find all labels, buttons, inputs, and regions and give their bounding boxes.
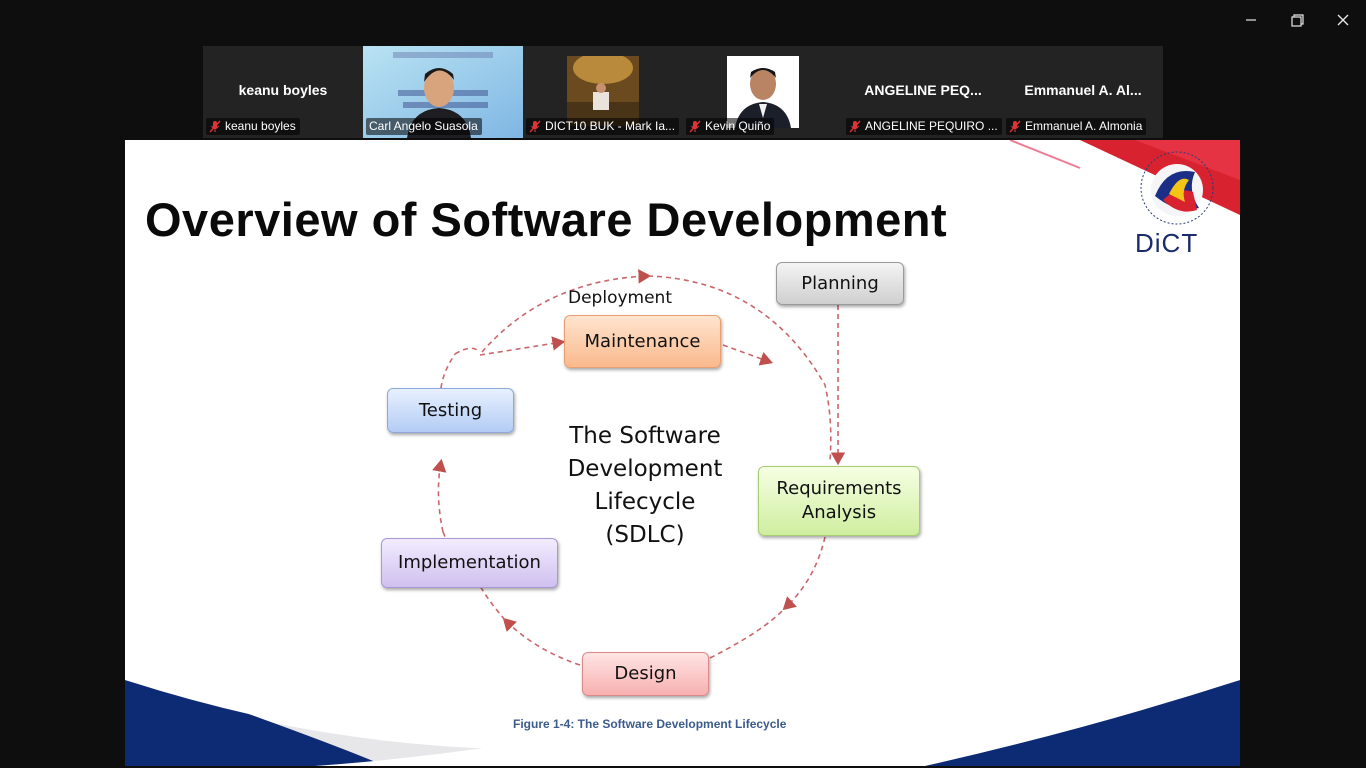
sdlc-center-line: (SDLC) bbox=[605, 522, 685, 548]
participant-label-text: Carl Angelo Suasola bbox=[369, 119, 478, 133]
stage-planning-label: Planning bbox=[801, 272, 879, 294]
minimize-button[interactable] bbox=[1228, 0, 1274, 40]
muted-mic-icon bbox=[209, 120, 221, 132]
stage-planning: Planning bbox=[776, 262, 904, 305]
restore-icon bbox=[1290, 13, 1304, 27]
stage-requirements-line1: Requirements bbox=[776, 478, 902, 499]
stage-design: Design bbox=[582, 652, 709, 696]
participant-display-name: ANGELINE PEQ... bbox=[864, 82, 982, 98]
participant-display-name: Emmanuel A. Al... bbox=[1024, 82, 1142, 98]
participant-tile[interactable]: ANGELINE PEQ... ANGELINE PEQUIRO ... bbox=[843, 46, 1003, 138]
participant-tile[interactable]: Kevin Quiño bbox=[683, 46, 843, 138]
participant-label-text: DICT10 BUK - Mark Ia... bbox=[545, 119, 676, 133]
window-controls bbox=[1228, 0, 1366, 40]
participant-label: Kevin Quiño bbox=[686, 118, 775, 135]
sdlc-center-line: The Software bbox=[569, 423, 721, 449]
stage-maintenance: Maintenance bbox=[564, 315, 721, 368]
participant-label-text: ANGELINE PEQUIRO ... bbox=[865, 119, 998, 133]
participant-tile[interactable]: Emmanuel A. Al... Emmanuel A. Almonia bbox=[1003, 46, 1163, 138]
stage-design-label: Design bbox=[614, 663, 677, 684]
participant-label: keanu boyles bbox=[206, 118, 300, 135]
participant-tile[interactable]: DICT10 BUK - Mark Ia... bbox=[523, 46, 683, 138]
participant-label: ANGELINE PEQUIRO ... bbox=[846, 118, 1002, 135]
stage-implementation: Implementation bbox=[381, 538, 558, 588]
stage-requirements-analysis: Requirements Analysis bbox=[758, 466, 920, 536]
shared-slide: DiCT Overview of Software Development De… bbox=[125, 140, 1240, 766]
participant-tile[interactable]: keanu boyles keanu boyles bbox=[203, 46, 363, 138]
participant-display-name: keanu boyles bbox=[238, 82, 328, 98]
figure-caption: Figure 1-4: The Software Development Lif… bbox=[513, 717, 787, 731]
sdlc-center-text: The Software Development Lifecycle (SDLC… bbox=[545, 420, 745, 552]
participant-tile-active[interactable]: Carl Angelo Suasola bbox=[363, 46, 523, 138]
muted-mic-icon bbox=[849, 120, 861, 132]
stage-maintenance-label: Maintenance bbox=[584, 330, 701, 352]
stage-testing: Testing bbox=[387, 388, 514, 433]
muted-mic-icon bbox=[529, 120, 541, 132]
deployment-label: Deployment bbox=[568, 288, 672, 308]
close-icon bbox=[1337, 14, 1349, 26]
restore-button[interactable] bbox=[1274, 0, 1320, 40]
participant-label-text: Emmanuel A. Almonia bbox=[1025, 119, 1143, 133]
muted-mic-icon bbox=[689, 120, 701, 132]
close-button[interactable] bbox=[1320, 0, 1366, 40]
participant-label: Emmanuel A. Almonia bbox=[1006, 118, 1147, 135]
sdlc-center-line: Development bbox=[567, 456, 723, 482]
participant-label-text: Kevin Quiño bbox=[705, 119, 771, 133]
participant-strip: keanu boyles keanu boyles Carl Angelo Su… bbox=[203, 46, 1163, 138]
stage-requirements-line2: Analysis bbox=[801, 502, 877, 523]
participant-label: DICT10 BUK - Mark Ia... bbox=[526, 118, 680, 135]
stage-testing-label: Testing bbox=[418, 399, 483, 421]
sdlc-center-line: Lifecycle bbox=[594, 489, 696, 515]
participant-label: Carl Angelo Suasola bbox=[366, 118, 482, 135]
participant-label-text: keanu boyles bbox=[225, 119, 296, 133]
muted-mic-icon bbox=[1009, 120, 1021, 132]
minimize-icon bbox=[1246, 19, 1256, 21]
participant-video bbox=[567, 56, 639, 126]
stage-implementation-label: Implementation bbox=[398, 552, 541, 573]
